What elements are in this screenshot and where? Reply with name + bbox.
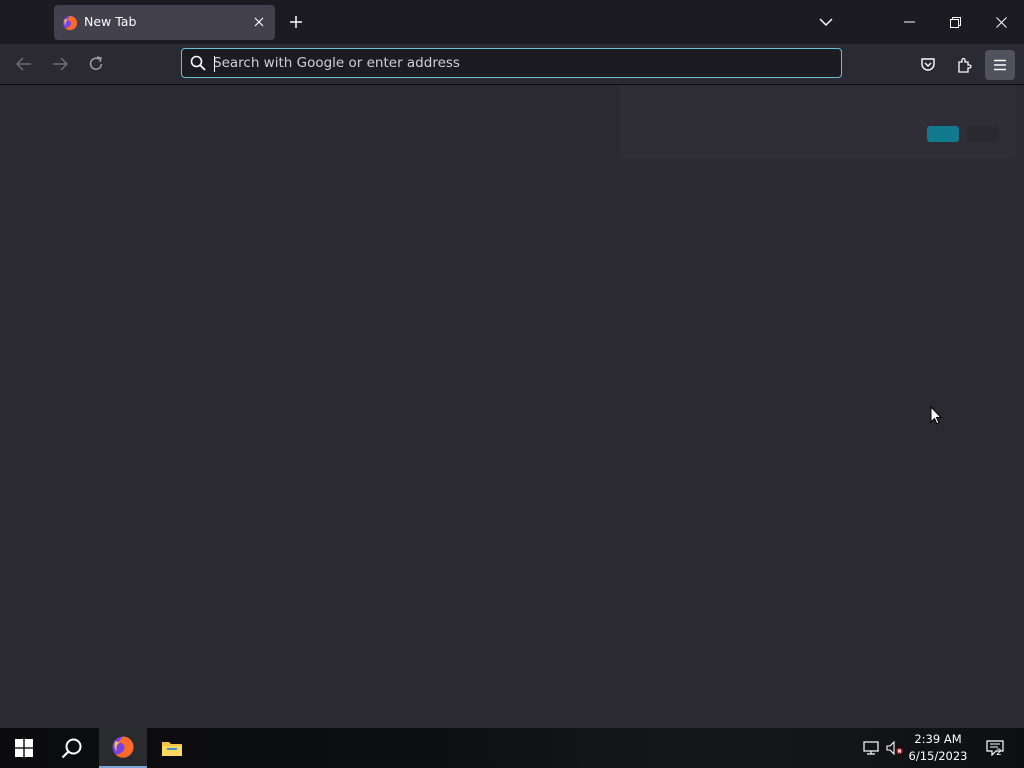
panel-primary-button[interactable] <box>927 126 959 142</box>
firefox-taskbar-icon[interactable] <box>99 728 147 768</box>
notification-count: 2 <box>996 748 1002 758</box>
windows-start-icon[interactable] <box>0 728 48 768</box>
firefox-icon <box>62 15 78 31</box>
clock-date: 6/15/2023 <box>908 749 968 763</box>
extensions-icon[interactable] <box>949 50 979 80</box>
windows-taskbar <box>0 728 1024 768</box>
taskbar-clock[interactable]: 2:39 AM 6/15/2023 <box>906 731 970 765</box>
tab-title: New Tab <box>84 14 137 29</box>
clock-time: 2:39 AM <box>914 732 962 746</box>
network-icon[interactable] <box>862 739 880 757</box>
new-tab-page <box>0 85 1024 728</box>
plus-icon[interactable] <box>284 10 308 34</box>
tab-strip: New Tab <box>0 0 1024 44</box>
forward-icon[interactable] <box>46 50 74 78</box>
minimize-icon[interactable] <box>886 0 932 44</box>
back-icon[interactable] <box>10 50 38 78</box>
hamburger-menu-icon[interactable] <box>985 50 1015 80</box>
panel-secondary-button[interactable] <box>967 126 999 142</box>
search-icon <box>190 55 206 75</box>
chevron-down-icon[interactable] <box>814 10 838 34</box>
file-explorer-icon[interactable] <box>148 728 196 768</box>
mouse-cursor <box>930 405 943 429</box>
close-window-icon[interactable] <box>978 0 1024 44</box>
volume-muted-icon[interactable] <box>886 739 904 757</box>
notification-panel <box>620 85 1016 159</box>
url-input[interactable] <box>213 52 813 74</box>
reload-icon[interactable] <box>82 50 110 78</box>
address-bar[interactable] <box>181 48 842 78</box>
pocket-icon[interactable] <box>913 50 943 80</box>
close-icon[interactable] <box>249 12 269 32</box>
search-icon[interactable] <box>48 728 96 768</box>
notification-icon[interactable]: 2 <box>980 728 1010 768</box>
tab-new-tab[interactable]: New Tab <box>54 5 275 40</box>
text-caret <box>214 56 215 72</box>
restore-icon[interactable] <box>932 0 978 44</box>
